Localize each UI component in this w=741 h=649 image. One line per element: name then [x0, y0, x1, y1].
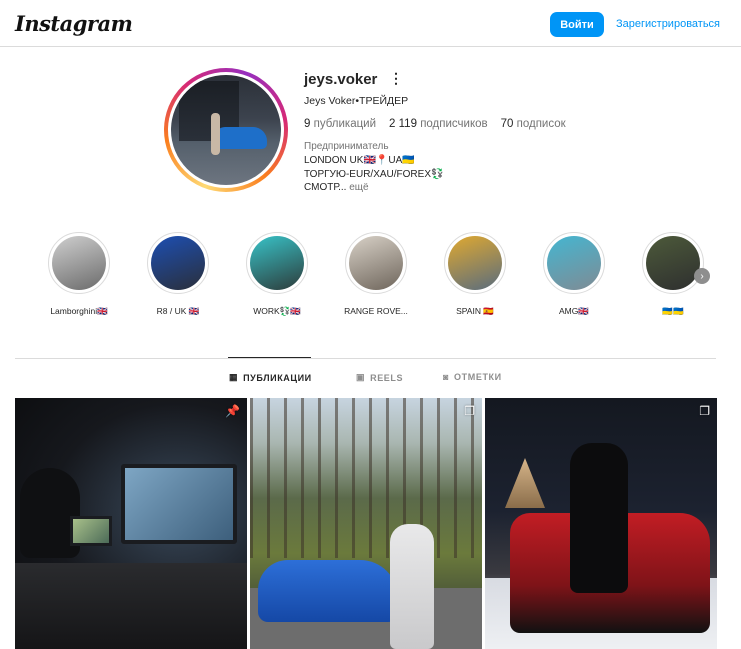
bio-line: СМОТР... ещё: [304, 182, 369, 193]
highlight-label: 🇺🇦🇺🇦: [662, 306, 684, 316]
profile-bio: LONDON UK🇬🇧📍UA🇺🇦 ТОРГУЮ-EUR/XAU/FOREX💱 С…: [304, 154, 443, 195]
carousel-icon: ❐: [699, 404, 710, 418]
profile-full-name: Jeys Voker•ТРЕЙДЕР: [304, 95, 409, 107]
highlight-thumbnail: [448, 236, 502, 290]
highlight-item[interactable]: AMG🇬🇧: [534, 232, 614, 317]
following-count[interactable]: 70 подписок: [501, 118, 566, 130]
bio-line: ТОРГУЮ-EUR/XAU/FOREX💱: [304, 168, 444, 180]
grid-icon: ▦: [229, 372, 239, 382]
tabs-divider: [15, 358, 716, 359]
highlight-thumbnail: [52, 236, 106, 290]
highlight-thumbnail: [646, 236, 700, 290]
highlight-label: WORK💱🇬🇧: [253, 306, 301, 316]
story-highlights: Lamborghini🇬🇧 R8 / UK 🇬🇧 WORK💱🇬🇧 RANGE R…: [0, 232, 741, 322]
highlight-item[interactable]: Lamborghini🇬🇧: [39, 232, 119, 317]
highlight-thumbnail: [547, 236, 601, 290]
tab-reels[interactable]: ▣ REELS: [356, 372, 403, 383]
reels-icon: ▣: [356, 372, 366, 382]
highlight-label: Lamborghini🇬🇧: [50, 306, 108, 316]
profile-category: Предприниматель: [304, 141, 389, 152]
top-navigation-bar: Instagram Войти Зарегистрироваться: [0, 0, 741, 47]
more-options-icon[interactable]: ⋮: [389, 70, 403, 87]
bio-more-link[interactable]: ещё: [349, 182, 368, 193]
profile-stats: 9 публикаций 2 119 подписчиков 70 подпис…: [304, 118, 566, 130]
tab-tagged[interactable]: ◙ ОТМЕТКИ: [443, 372, 502, 382]
highlight-item[interactable]: R8 / UK 🇬🇧: [138, 232, 218, 317]
chevron-right-icon[interactable]: ›: [694, 268, 710, 284]
profile-avatar[interactable]: [164, 68, 288, 192]
pin-icon: 📌: [225, 404, 240, 418]
profile-username: jeys.voker: [304, 71, 378, 88]
login-button[interactable]: Войти: [550, 12, 604, 37]
highlight-item[interactable]: WORK💱🇬🇧: [237, 232, 317, 317]
carousel-icon: ❐: [464, 404, 475, 418]
highlight-item[interactable]: RANGE ROVE...: [336, 232, 416, 316]
avatar-image: [171, 75, 281, 185]
bio-line: LONDON UK🇬🇧📍UA🇺🇦: [304, 155, 415, 166]
highlight-thumbnail: [151, 236, 205, 290]
post-thumbnail[interactable]: ❐: [250, 398, 482, 649]
posts-count: 9 публикаций: [304, 118, 377, 130]
followers-count[interactable]: 2 119 подписчиков: [389, 118, 488, 130]
signup-link[interactable]: Зарегистрироваться: [616, 18, 720, 30]
highlight-label: AMG🇬🇧: [559, 306, 589, 316]
highlight-label: R8 / UK 🇬🇧: [156, 306, 200, 316]
highlight-label: RANGE ROVE...: [344, 306, 408, 316]
post-thumbnail[interactable]: ❐: [485, 398, 717, 649]
post-thumbnail[interactable]: 📌: [15, 398, 247, 649]
tagged-icon: ◙: [443, 372, 450, 382]
instagram-logo[interactable]: Instagram: [15, 11, 133, 36]
highlight-thumbnail: [349, 236, 403, 290]
highlight-thumbnail: [250, 236, 304, 290]
tab-posts[interactable]: ▦ ПУБЛИКАЦИИ: [229, 372, 312, 383]
highlight-label: SPAIN 🇪🇸: [456, 306, 494, 316]
highlight-item[interactable]: SPAIN 🇪🇸: [435, 232, 515, 317]
active-tab-indicator: [228, 357, 311, 358]
